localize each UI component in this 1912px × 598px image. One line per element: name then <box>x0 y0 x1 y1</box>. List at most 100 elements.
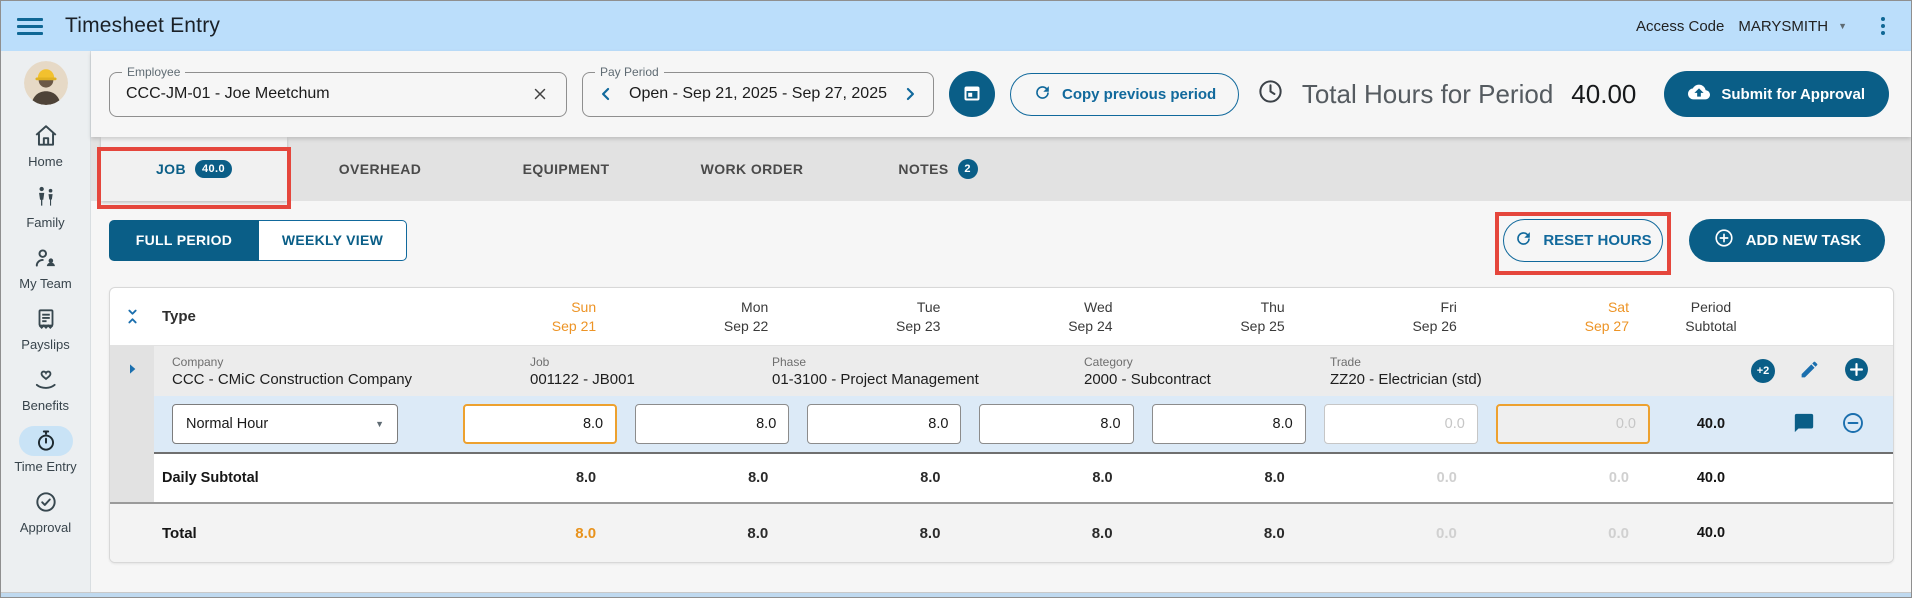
tab-job[interactable]: JOB 40.0 <box>101 137 287 201</box>
tab-work-order-label: WORK ORDER <box>700 161 804 177</box>
submit-for-approval-label: Submit for Approval <box>1721 85 1865 103</box>
home-icon <box>19 121 73 151</box>
hour-entry-row: Normal Hour ▼ 40.0 <box>110 396 1893 454</box>
full-period-button[interactable]: FULL PERIOD <box>109 219 259 261</box>
column-header-period-subtotal: Period Subtotal <box>1685 298 1737 334</box>
comment-button[interactable] <box>1793 412 1815 437</box>
pencil-icon <box>1799 359 1820 383</box>
payslips-icon <box>19 304 73 334</box>
task-field-job: Job 001122 - JB001 <box>530 354 635 388</box>
hours-input-sat[interactable] <box>1495 404 1650 444</box>
clear-icon[interactable] <box>526 80 554 108</box>
daily-subtotal-sat: 0.0 <box>1608 470 1629 486</box>
window-bottom-edge <box>1 592 1911 597</box>
total-sat: 0.0 <box>1608 524 1629 542</box>
tab-equipment[interactable]: EQUIPMENT <box>473 137 659 201</box>
sidebar-item-label: Payslips <box>21 337 70 352</box>
hour-type-select[interactable]: Normal Hour ▼ <box>172 404 398 444</box>
hamburger-menu-icon[interactable] <box>17 17 43 35</box>
collapse-all-icon[interactable] <box>110 307 154 326</box>
add-hour-type-button[interactable] <box>1844 357 1869 385</box>
tab-work-order[interactable]: WORK ORDER <box>659 137 845 201</box>
sidebar-item-approval[interactable]: Approval <box>1 487 90 535</box>
sidebar-item-label: Family <box>26 215 65 230</box>
sidebar-item-label: Approval <box>19 520 72 535</box>
benefits-icon <box>19 365 73 395</box>
total-row: Total 8.0 8.0 8.0 8.0 8.0 0.0 0.0 40.0 <box>110 502 1893 562</box>
total-label: Total <box>162 524 197 542</box>
reset-hours-button[interactable]: RESET HOURS <box>1503 218 1663 262</box>
sidebar-item-payslips[interactable]: Payslips <box>1 304 90 352</box>
table-header-row: Type Sun Sep 21 Mon Sep 22 Tue Sep 23 Wed Se… <box>110 288 1893 346</box>
column-header-wed: Wed Sep 24 <box>1068 298 1113 334</box>
add-new-task-label: ADD NEW TASK <box>1745 231 1862 249</box>
access-code-dropdown[interactable]: MARYSMITH ▼ <box>1738 18 1847 35</box>
chevron-left-icon[interactable] <box>591 79 621 109</box>
sidebar-item-family[interactable]: Family <box>1 182 90 230</box>
pay-period-value: Open - Sep 21, 2025 - Sep 27, 2025 <box>629 85 887 102</box>
daily-subtotal-row: Daily Subtotal 8.0 8.0 8.0 8.0 8.0 0.0 0… <box>110 454 1893 502</box>
app-bar: Timesheet Entry Access Code MARYSMITH ▼ <box>1 1 1911 51</box>
refresh-icon <box>1514 229 1533 252</box>
sidebar-item-time-entry[interactable]: Time Entry <box>1 426 90 474</box>
daily-subtotal-thu: 8.0 <box>1264 470 1285 486</box>
approval-icon <box>19 487 73 517</box>
employee-field-value: CCC-JM-01 - Joe Meetchum <box>126 85 330 102</box>
tab-job-badge: 40.0 <box>194 160 232 178</box>
tab-notes-label: NOTES <box>898 161 949 177</box>
sidebar-item-home[interactable]: Home <box>1 121 90 169</box>
pay-period-field[interactable]: Pay Period Open - Sep 21, 2025 - Sep 27,… <box>582 64 934 117</box>
calendar-button[interactable] <box>949 71 995 117</box>
plus-filled-circle-icon <box>1844 357 1869 385</box>
chevron-right-icon[interactable] <box>895 79 925 109</box>
remove-row-button[interactable] <box>1841 411 1865 438</box>
hours-input-fri[interactable] <box>1323 404 1478 444</box>
minus-circle-icon <box>1841 411 1865 438</box>
daily-subtotal-label: Daily Subtotal <box>162 470 259 486</box>
hours-input-thu[interactable] <box>1151 404 1306 444</box>
copy-previous-period-button[interactable]: Copy previous period <box>1010 72 1240 116</box>
timesheet-entry-page: Timesheet Entry Access Code MARYSMITH ▼ <box>0 0 1912 598</box>
avatar[interactable] <box>23 61 68 105</box>
total-thu: 8.0 <box>1263 524 1285 542</box>
task-field-category: Category 2000 - Subcontract <box>1084 354 1211 388</box>
view-toolbar: FULL PERIOD WEEKLY VIEW RESET HOURS ADD … <box>91 201 1911 279</box>
reset-hours-label: RESET HOURS <box>1543 231 1652 249</box>
chevron-down-icon: ▼ <box>375 419 384 429</box>
cloud-upload-icon <box>1688 81 1711 107</box>
daily-subtotal-sun: 8.0 <box>575 470 597 486</box>
tab-overhead-label: OVERHEAD <box>338 161 422 177</box>
expand-row-cell[interactable] <box>110 346 154 396</box>
total-hours-summary: Total Hours for Period 40.00 Submit for … <box>1257 71 1889 117</box>
total-tue: 8.0 <box>919 524 941 542</box>
column-header-thu: Thu Sep 25 <box>1240 298 1285 334</box>
row-subtotal: 40.0 <box>1658 396 1763 454</box>
hours-input-sun[interactable] <box>463 404 618 444</box>
employee-field[interactable]: Employee CCC-JM-01 - Joe Meetchum <box>109 64 567 117</box>
task-field-trade: Trade ZZ20 - Electrician (std) <box>1330 354 1482 388</box>
pay-period-field-label: Pay Period <box>595 64 664 79</box>
filter-bar: Employee CCC-JM-01 - Joe Meetchum Pay Pe… <box>91 51 1911 137</box>
hour-type-value: Normal Hour <box>186 416 269 432</box>
tab-overhead[interactable]: OVERHEAD <box>287 137 473 201</box>
hours-input-tue[interactable] <box>807 404 962 444</box>
kebab-menu-icon[interactable] <box>1877 13 1889 39</box>
more-fields-badge[interactable]: +2 <box>1751 359 1775 383</box>
hours-input-wed[interactable] <box>979 404 1134 444</box>
hours-input-mon[interactable] <box>635 404 790 444</box>
comment-icon <box>1793 412 1815 437</box>
weekly-view-button[interactable]: WEEKLY VIEW <box>259 219 407 261</box>
add-new-task-button[interactable]: ADD NEW TASK <box>1689 218 1885 262</box>
edit-task-button[interactable] <box>1799 359 1820 383</box>
sidebar-item-benefits[interactable]: Benefits <box>1 365 90 413</box>
task-field-phase: Phase 01-3100 - Project Management <box>772 354 979 388</box>
my-team-icon <box>19 243 73 273</box>
sidebar-item-label: Time Entry <box>14 459 77 474</box>
refresh-icon <box>1033 83 1052 106</box>
tab-bar: JOB 40.0 OVERHEAD EQUIPMENT WORK ORDER N… <box>91 137 1911 201</box>
sidebar-item-my-team[interactable]: My Team <box>1 243 90 291</box>
tab-equipment-label: EQUIPMENT <box>522 161 610 177</box>
daily-subtotal-tue: 8.0 <box>920 470 941 486</box>
submit-for-approval-button[interactable]: Submit for Approval <box>1664 71 1889 117</box>
tab-notes[interactable]: NOTES 2 <box>845 137 1031 201</box>
